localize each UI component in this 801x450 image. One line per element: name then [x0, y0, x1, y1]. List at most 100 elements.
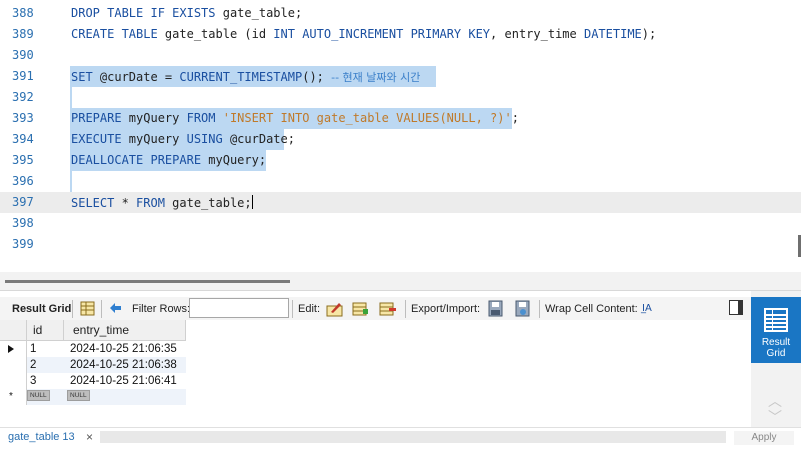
sql-token: , entry_time: [490, 27, 584, 41]
code-line[interactable]: 389 CREATE TABLE gate_table (id INT AUTO_…: [0, 24, 801, 45]
null-badge[interactable]: NULL: [27, 390, 50, 401]
result-tab[interactable]: gate_table 13: [8, 431, 75, 443]
table-row[interactable]: 2 2024-10-25 21:06:38: [0, 357, 186, 373]
cell-entry-time[interactable]: 2024-10-25 21:06:38: [70, 357, 177, 373]
cell-id[interactable]: 2: [30, 357, 36, 373]
divider: [101, 300, 102, 318]
line-number: 388: [12, 6, 34, 20]
code-text[interactable]: DEALLOCATE PREPARE myQuery;: [71, 153, 266, 167]
side-panel: Result Grid ︿ ﹀: [751, 291, 801, 449]
code-text[interactable]: PREPARE myQuery FROM 'INSERT INTO gate_t…: [71, 111, 519, 125]
sql-string: 'INSERT INTO gate_table VALUES(NULL, ?)': [222, 111, 512, 125]
code-line[interactable]: 394 EXECUTE myQuery USING @curDate;: [0, 129, 801, 150]
close-icon[interactable]: ×: [86, 430, 93, 444]
sql-keyword: PREPARE: [71, 111, 129, 125]
table-row[interactable]: 3 2024-10-25 21:06:41: [0, 373, 186, 389]
sql-editor[interactable]: 388 DROP TABLE IF EXISTS gate_table; 389 CR…: [0, 0, 801, 272]
code-line[interactable]: 393 PREPARE myQuery FROM 'INSERT INTO gat…: [0, 108, 801, 129]
sql-token: myQuery;: [208, 153, 267, 167]
filter-rows-label: Filter Rows:: [132, 303, 191, 315]
sql-token: @curDate =: [99, 70, 180, 84]
sql-comment: -- 현재 날짜와 시간: [331, 71, 421, 84]
grid-layout-icon[interactable]: [79, 300, 96, 317]
sql-token: @curDate;: [229, 132, 295, 146]
code-line[interactable]: 390: [0, 45, 801, 66]
code-line[interactable]: 395 DEALLOCATE PREPARE myQuery;: [0, 150, 801, 171]
row-indicator-header: [0, 320, 27, 340]
apply-button[interactable]: Apply: [734, 431, 794, 445]
line-number: 397: [12, 195, 34, 209]
sql-keyword: SELECT: [71, 196, 122, 210]
code-line[interactable]: 388 DROP TABLE IF EXISTS gate_table;: [0, 3, 801, 24]
editor-horizontal-scrollbar[interactable]: [0, 272, 801, 290]
sql-token: ;: [511, 111, 519, 125]
null-badge[interactable]: NULL: [67, 390, 90, 401]
export-icon[interactable]: [487, 300, 504, 317]
sql-keyword: DATETIME: [583, 27, 642, 41]
code-line[interactable]: 397 SELECT * FROM gate_table;: [0, 192, 801, 213]
line-number: 399: [12, 237, 34, 251]
code-line[interactable]: 398: [0, 213, 801, 234]
divider: [72, 300, 73, 318]
code-line[interactable]: 399: [0, 234, 801, 255]
result-grid-button[interactable]: Result Grid: [751, 297, 801, 363]
code-line[interactable]: 391 SET @curDate = CURRENT_TIMESTAMP(); -…: [0, 66, 801, 87]
result-grid-button-label: Result Grid: [761, 337, 791, 359]
cell-entry-time[interactable]: 2024-10-25 21:06:41: [70, 373, 177, 389]
row-indicator: [0, 373, 27, 389]
sql-keyword: CURRENT_TIMESTAMP: [179, 70, 303, 84]
edit-label: Edit:: [298, 303, 321, 315]
divider: [539, 300, 540, 318]
bottom-bar: gate_table 13 × Apply: [0, 427, 801, 450]
wrap-cell-icon[interactable]: I̲A: [642, 301, 652, 317]
wrap-cell-content-label: Wrap Cell Content:: [545, 303, 638, 315]
insert-row-icon[interactable]: [352, 300, 369, 317]
code-text[interactable]: SET @curDate = CURRENT_TIMESTAMP(); -- 현…: [71, 69, 420, 85]
chevron-up-icon[interactable]: ︿: [768, 391, 782, 410]
filter-rows-input[interactable]: [189, 298, 289, 318]
column-header-entry-time[interactable]: entry_time: [65, 320, 186, 340]
scrollbar-thumb[interactable]: [5, 280, 290, 283]
cell-entry-time[interactable]: 2024-10-25 21:06:35: [70, 341, 177, 357]
sql-token: *: [121, 196, 137, 210]
divider: [0, 290, 801, 291]
result-grid[interactable]: id entry_time 1 2024-10-25 21:06:35 2 20…: [0, 320, 751, 427]
code-text[interactable]: EXECUTE myQuery USING @curDate;: [71, 132, 295, 146]
sql-token: gate_table;: [172, 196, 252, 210]
code-text[interactable]: SELECT * FROM gate_table;: [71, 195, 253, 210]
code-text[interactable]: CREATE TABLE gate_table (id INT AUTO_INC…: [71, 27, 656, 41]
row-indicator: *: [0, 389, 27, 405]
sql-keyword: DEALLOCATE PREPARE: [71, 153, 209, 167]
column-header-id[interactable]: id: [27, 320, 64, 340]
sql-token: myQuery: [128, 111, 187, 125]
edit-row-icon[interactable]: [326, 300, 343, 317]
sql-token: ();: [302, 70, 332, 84]
export-import-label: Export/Import:: [411, 303, 481, 315]
toggle-panel-icon[interactable]: [729, 300, 743, 315]
code-line[interactable]: 392: [0, 87, 801, 108]
cell-id[interactable]: 3: [30, 373, 36, 389]
line-number: 395: [12, 153, 34, 167]
table-row[interactable]: 1 2024-10-25 21:06:35: [0, 341, 186, 357]
sql-token: );: [641, 27, 657, 41]
code-line[interactable]: 396: [0, 171, 801, 192]
divider: [405, 300, 406, 318]
sql-keyword: INT AUTO_INCREMENT PRIMARY KEY: [273, 27, 491, 41]
sql-keyword: FROM: [186, 111, 223, 125]
delete-row-icon[interactable]: [379, 300, 396, 317]
import-icon[interactable]: [514, 300, 531, 317]
line-number: 391: [12, 69, 34, 83]
line-number: 390: [12, 48, 34, 62]
new-row[interactable]: * NULL NULL: [0, 389, 186, 405]
horizontal-scrollbar[interactable]: [100, 431, 726, 443]
code-text[interactable]: DROP TABLE IF EXISTS gate_table;: [71, 6, 302, 20]
result-toolbar: Result Grid Filter Rows: Edit: Export/Im…: [0, 297, 751, 321]
refresh-filter-icon[interactable]: [107, 300, 124, 317]
sql-keyword: DROP TABLE IF EXISTS: [71, 6, 223, 20]
cell-id[interactable]: 1: [30, 341, 36, 357]
text-caret: [251, 195, 253, 209]
sql-keyword: FROM: [136, 196, 173, 210]
sql-keyword: CREATE TABLE: [71, 27, 165, 41]
chevron-down-icon[interactable]: ﹀: [768, 407, 782, 426]
line-number: 396: [12, 174, 34, 188]
